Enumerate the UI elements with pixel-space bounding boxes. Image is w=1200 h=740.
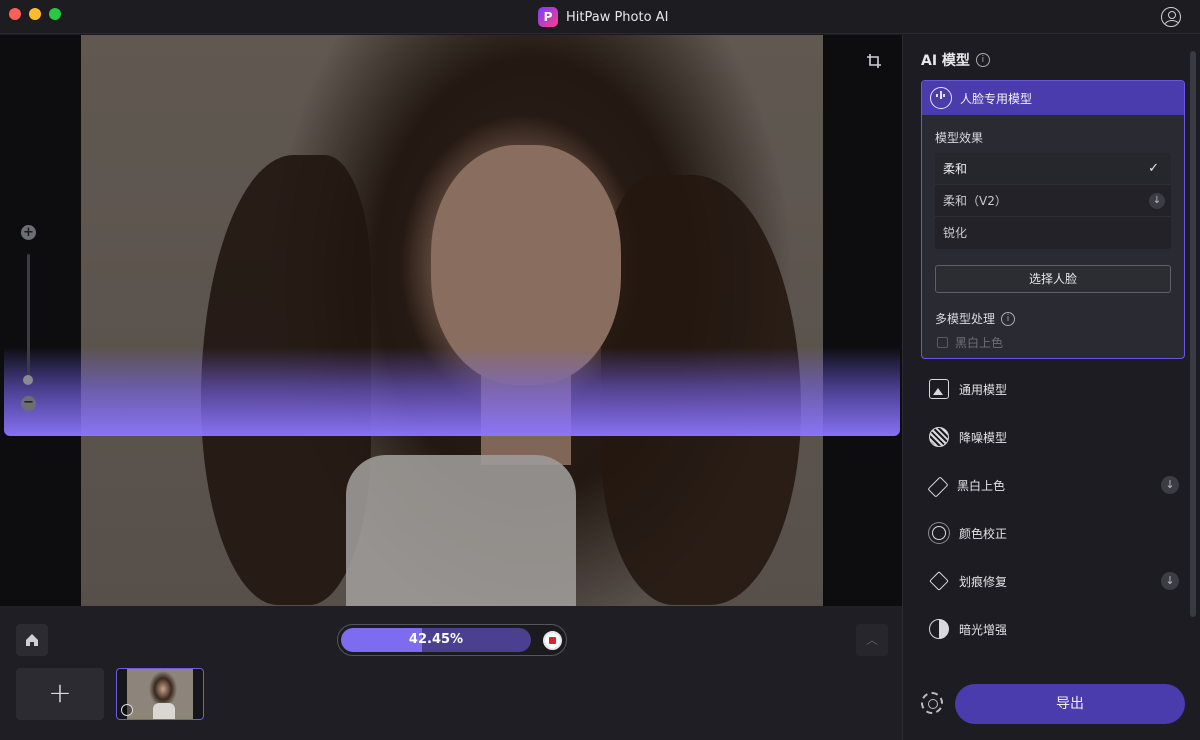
model-colorize[interactable]: 黑白上色 ↓ — [921, 465, 1185, 505]
add-image-button[interactable]: + — [16, 668, 104, 720]
face-model-card: 人脸专用模型 模型效果 柔和 ✓ 柔和（V2） ↓ 锐化 选择人脸 多模型处理 … — [921, 80, 1185, 359]
processing-scan-overlay — [4, 347, 900, 436]
account-icon[interactable] — [1161, 7, 1181, 27]
effect-option-soft[interactable]: 柔和 ✓ — [935, 153, 1171, 185]
zoom-slider[interactable] — [27, 254, 30, 376]
effect-option-sharpen[interactable]: 锐化 — [935, 217, 1171, 249]
download-icon[interactable]: ↓ — [1161, 572, 1179, 590]
app-title: P HitPaw Photo AI — [538, 6, 668, 28]
image-thumbnail[interactable] — [116, 668, 204, 720]
image-icon — [929, 379, 949, 399]
select-face-button[interactable]: 选择人脸 — [935, 265, 1171, 293]
denoise-icon — [929, 427, 949, 447]
effect-option-soft-v2[interactable]: 柔和（V2） ↓ — [935, 185, 1171, 217]
bottom-bar: 42.45% ︿ + — [0, 606, 902, 740]
preview-photo — [81, 35, 823, 606]
crop-icon[interactable] — [866, 53, 882, 69]
check-icon: ✓ — [1148, 161, 1159, 176]
effect-list: 柔和 ✓ 柔和（V2） ↓ 锐化 — [935, 153, 1171, 249]
home-button[interactable] — [16, 624, 48, 656]
panel-title-text: AI 模型 — [921, 53, 970, 69]
model-color-correct[interactable]: 颜色校正 — [921, 513, 1185, 553]
scratch-repair-icon — [929, 571, 949, 591]
info-icon[interactable]: i — [1001, 311, 1016, 326]
face-icon — [930, 87, 952, 109]
multi-model-label: 多模型处理 i — [935, 310, 1016, 327]
app-logo-icon: P — [538, 7, 558, 27]
app-title-text: HitPaw Photo AI — [566, 9, 669, 25]
face-model-label: 人脸专用模型 — [960, 91, 1033, 106]
download-icon[interactable]: ↓ — [1149, 193, 1165, 209]
title-bar: P HitPaw Photo AI — [0, 0, 1200, 34]
model-general[interactable]: 通用模型 — [921, 369, 1185, 409]
low-light-icon — [929, 619, 949, 639]
stop-processing-button[interactable] — [543, 631, 562, 650]
download-icon[interactable]: ↓ — [1161, 476, 1179, 494]
progress-percent: 42.45% — [408, 632, 464, 647]
face-model-badge-icon — [121, 704, 133, 716]
colorize-icon — [927, 476, 949, 498]
image-canvas[interactable]: + − — [0, 35, 902, 606]
zoom-in-icon[interactable]: + — [21, 225, 36, 240]
thumbnail-photo — [127, 669, 193, 719]
maximize-window-button[interactable] — [49, 8, 61, 20]
panel-scrollbar[interactable] — [1190, 51, 1196, 617]
collapse-thumbnails-button[interactable]: ︿ — [856, 624, 888, 656]
model-scratch-repair[interactable]: 划痕修复 ↓ — [921, 561, 1185, 601]
processing-progress: 42.45% — [337, 624, 567, 656]
progress-bar: 42.45% — [341, 628, 531, 652]
panel-title: AI 模型 i — [921, 50, 990, 70]
colorize-checkbox[interactable] — [937, 337, 948, 348]
face-model-header[interactable]: 人脸专用模型 — [922, 81, 1184, 115]
multi-model-colorize-option[interactable]: 黑白上色 — [937, 334, 1003, 351]
model-low-light[interactable]: 暗光增强 — [921, 609, 1185, 649]
color-correct-icon — [932, 526, 946, 540]
export-button[interactable]: 导出 — [955, 684, 1185, 724]
home-icon — [26, 634, 38, 646]
ai-model-panel: AI 模型 i 人脸专用模型 模型效果 柔和 ✓ 柔和（V2） ↓ 锐化 选择人… — [902, 35, 1200, 740]
effect-label: 模型效果 — [935, 131, 984, 145]
zoom-slider-handle[interactable] — [23, 375, 33, 385]
minimize-window-button[interactable] — [29, 8, 41, 20]
settings-gear-icon[interactable] — [921, 692, 943, 714]
zoom-out-icon[interactable]: − — [21, 396, 36, 411]
info-icon[interactable]: i — [975, 53, 990, 67]
close-window-button[interactable] — [9, 8, 21, 20]
model-denoise[interactable]: 降噪模型 — [921, 417, 1185, 457]
